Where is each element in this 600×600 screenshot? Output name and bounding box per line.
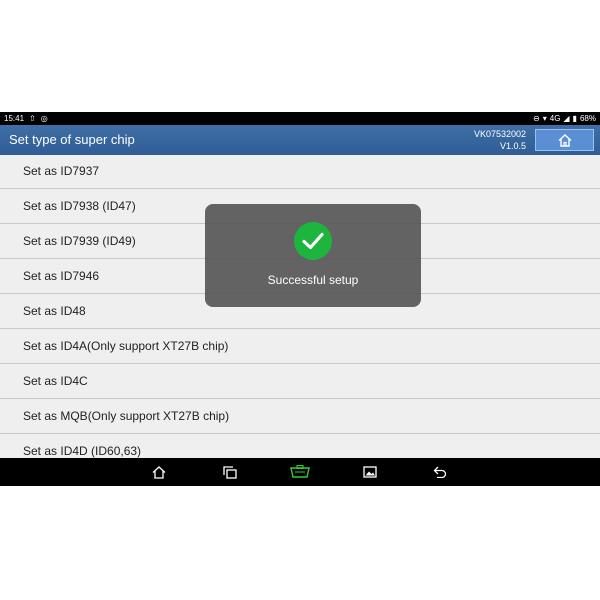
list-item[interactable]: Set as ID4D (ID60,63): [0, 434, 600, 458]
serial-number: VK07532002: [473, 129, 526, 139]
toast-message: Successful setup: [267, 273, 359, 287]
software-version: V1.0.5: [499, 141, 526, 151]
list-item-label: Set as ID7938 (ID47): [23, 199, 136, 213]
upload-icon: ⇧: [29, 114, 36, 123]
nav-recent-apps-button[interactable]: [221, 463, 239, 481]
do-not-disturb-icon: ⊖: [533, 114, 540, 123]
success-toast: Successful setup: [205, 204, 421, 307]
screenshot-icon: [363, 466, 377, 478]
list-item-label: Set as ID7946: [23, 269, 100, 283]
list-item-label: Set as ID48: [23, 304, 86, 318]
notification-icon: ◎: [40, 114, 48, 123]
page-title: Set type of super chip: [9, 132, 135, 147]
device-info: VK07532002 V1.0.5: [474, 128, 526, 152]
signal-icon: ◢: [563, 114, 570, 123]
recent-apps-icon: [223, 465, 237, 479]
nav-back-button[interactable]: [431, 463, 449, 481]
wifi-icon: ▾: [542, 114, 547, 123]
home-icon: [152, 465, 166, 479]
back-icon: [433, 466, 447, 478]
list-item[interactable]: Set as ID7937: [0, 155, 600, 189]
app-header: Set type of super chip VK07532002 V1.0.5: [0, 125, 600, 155]
navigation-bar: [0, 458, 600, 486]
nav-screenshot-button[interactable]: [361, 463, 379, 481]
list-item-label: Set as ID4A(Only support XT27B chip): [23, 339, 229, 353]
home-icon: [558, 133, 571, 147]
status-time: 15:41: [4, 114, 25, 123]
list-item-label: Set as ID4D (ID60,63): [23, 444, 142, 458]
nav-vci-button[interactable]: [289, 463, 311, 481]
checkmark-icon: [294, 222, 332, 260]
list-item[interactable]: Set as ID4C: [0, 364, 600, 399]
network-label: 4G: [549, 114, 561, 123]
list-item[interactable]: Set as ID4A(Only support XT27B chip): [0, 329, 600, 364]
list-item-label: Set as ID4C: [23, 374, 88, 388]
list-item[interactable]: Set as MQB(Only support XT27B chip): [0, 399, 600, 434]
battery-level: 68%: [579, 114, 596, 123]
list-item-label: Set as MQB(Only support XT27B chip): [23, 409, 230, 423]
home-button[interactable]: [535, 129, 594, 151]
battery-icon: ▮: [572, 114, 577, 123]
list-item-label: Set as ID7937: [23, 164, 100, 178]
status-bar: 15:41 ⇧ ◎ ⊖ ▾ 4G ◢ ▮ 68%: [0, 112, 600, 125]
vci-icon: [290, 465, 310, 478]
nav-home-button[interactable]: [150, 463, 168, 481]
list-item-label: Set as ID7939 (ID49): [23, 234, 136, 248]
